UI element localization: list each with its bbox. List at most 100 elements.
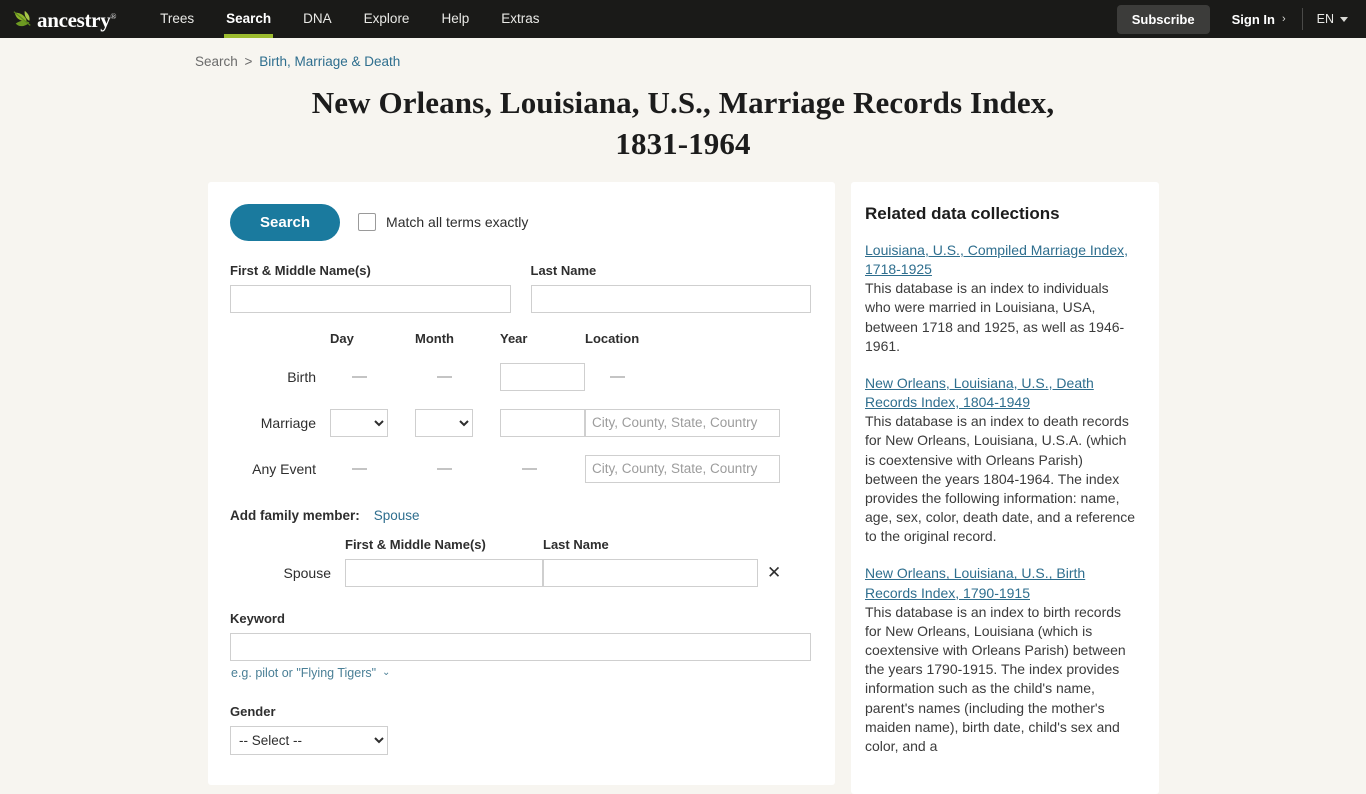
nav-item-trees[interactable]: Trees [144, 0, 210, 38]
first-name-group: First & Middle Name(s) [230, 263, 511, 313]
primary-nav: Trees Search DNA Explore Help Extras [144, 0, 555, 38]
any-event-month-dash: — [437, 460, 452, 478]
related-collection-item: New Orleans, Louisiana, U.S., Birth Reco… [865, 564, 1137, 756]
row-label-any-event: Any Event [252, 460, 316, 477]
subscribe-button[interactable]: Subscribe [1116, 4, 1210, 34]
column-header-year: Year [500, 330, 528, 346]
keyword-input[interactable] [230, 632, 811, 661]
add-family-member-label: Add family member: [230, 507, 360, 523]
related-collection-description: This database is an index to death recor… [865, 413, 1136, 545]
related-collection-link[interactable]: New Orleans, Louisiana, U.S., Birth Reco… [865, 564, 1137, 602]
marriage-location-cell [585, 400, 780, 446]
sign-in-button[interactable]: Sign In › [1210, 12, 1302, 27]
spouse-first-cell [345, 558, 543, 587]
birth-year-cell [500, 354, 585, 400]
row-label-spouse: Spouse [283, 564, 331, 581]
page-title: New Orleans, Louisiana, U.S., Marriage R… [311, 85, 1055, 161]
birth-location-cell: — [585, 354, 780, 400]
first-name-input[interactable] [230, 284, 511, 313]
any-event-day-dash: — [352, 460, 367, 478]
family-column-header-first: First & Middle Name(s) [345, 536, 486, 552]
any-event-month-cell: — [415, 446, 500, 492]
marriage-year-cell [500, 400, 585, 446]
event-fields-grid: Day Month Year Location Birth — — — Marr… [230, 331, 811, 492]
marriage-day-cell [330, 400, 415, 446]
row-label-birth: Birth [287, 368, 316, 385]
any-event-location-cell [585, 446, 780, 492]
main-content: Search Match all terms exactly First & M… [0, 165, 1366, 794]
language-label: EN [1316, 12, 1334, 26]
search-button[interactable]: Search [230, 203, 341, 241]
top-navigation-bar: ancestry® Trees Search DNA Explore Help … [0, 0, 1366, 38]
nav-item-extras[interactable]: Extras [485, 0, 555, 38]
chevron-right-icon: › [1281, 13, 1286, 25]
column-header-location: Location [585, 330, 640, 346]
marriage-location-input[interactable] [585, 408, 780, 437]
last-name-label: Last Name [530, 262, 597, 278]
birth-day-cell: — [330, 354, 415, 400]
nav-right-group: Subscribe Sign In › EN [1116, 4, 1352, 34]
gender-label: Gender [230, 703, 276, 719]
row-label-marriage: Marriage [260, 414, 316, 431]
chevron-down-icon [1340, 16, 1348, 22]
related-collections-card: Related data collections Louisiana, U.S.… [851, 181, 1159, 794]
nav-item-explore[interactable]: Explore [348, 0, 426, 38]
logo-trademark: ® [110, 11, 117, 21]
any-event-year-dash: — [522, 460, 537, 478]
search-action-row: Search Match all terms exactly [230, 203, 811, 241]
breadcrumb: Search > Birth, Marriage & Death [0, 38, 1366, 69]
keyword-hint-toggle[interactable]: e.g. pilot or "Flying Tigers" ⌄ [231, 666, 390, 680]
match-all-terms-label: Match all terms exactly [386, 214, 529, 231]
column-header-day: Day [330, 330, 354, 346]
family-member-grid: First & Middle Name(s) Last Name Spouse … [230, 537, 811, 587]
column-header-month: Month [415, 330, 454, 346]
marriage-month-cell [415, 400, 500, 446]
nav-item-help[interactable]: Help [425, 0, 485, 38]
family-column-header-last: Last Name [543, 536, 609, 552]
keyword-hint-text: e.g. pilot or "Flying Tigers" [231, 665, 377, 680]
breadcrumb-separator: > [244, 54, 253, 69]
related-collection-link[interactable]: Louisiana, U.S., Compiled Marriage Index… [865, 241, 1137, 279]
keyword-group: Keyword e.g. pilot or "Flying Tigers" ⌄ [230, 611, 811, 682]
marriage-month-select[interactable] [415, 408, 473, 437]
match-all-terms-toggle[interactable]: Match all terms exactly [358, 213, 529, 232]
related-collections-title: Related data collections [865, 203, 1060, 223]
marriage-year-input[interactable] [500, 408, 585, 437]
sign-in-label: Sign In [1231, 11, 1275, 27]
spouse-last-name-input[interactable] [543, 558, 758, 587]
last-name-input[interactable] [530, 284, 811, 313]
nav-item-search[interactable]: Search [210, 0, 287, 38]
spouse-last-cell [543, 558, 758, 587]
birth-month-dash: — [437, 368, 452, 386]
add-family-member-row: Add family member: Spouse [230, 508, 811, 523]
any-event-location-input[interactable] [585, 454, 780, 483]
match-all-terms-checkbox[interactable] [358, 213, 377, 232]
leaf-icon [12, 9, 34, 29]
related-collection-item: Louisiana, U.S., Compiled Marriage Index… [865, 241, 1137, 356]
any-event-day-cell: — [330, 446, 415, 492]
keyword-label: Keyword [230, 610, 285, 626]
gender-select[interactable]: -- Select -- [230, 725, 388, 755]
related-collection-description: This database is an index to individuals… [865, 280, 1125, 354]
language-selector[interactable]: EN [1303, 12, 1352, 26]
birth-year-input[interactable] [500, 362, 585, 391]
breadcrumb-current[interactable]: Birth, Marriage & Death [259, 54, 400, 69]
related-collection-description: This database is an index to birth recor… [865, 603, 1126, 754]
breadcrumb-root[interactable]: Search [195, 54, 238, 69]
ancestry-logo[interactable]: ancestry® [12, 9, 116, 30]
spouse-first-name-input[interactable] [345, 558, 543, 587]
name-fields-row: First & Middle Name(s) Last Name [230, 263, 811, 313]
first-name-label: First & Middle Name(s) [230, 262, 371, 278]
birth-location-dash: — [610, 368, 625, 386]
remove-spouse-icon[interactable]: ✕ [758, 564, 788, 581]
add-spouse-link[interactable]: Spouse [374, 508, 420, 523]
nav-item-dna[interactable]: DNA [287, 0, 348, 38]
last-name-group: Last Name [530, 262, 811, 313]
chevron-down-icon: ⌄ [382, 667, 391, 679]
related-collection-item: New Orleans, Louisiana, U.S., Death Reco… [865, 374, 1137, 547]
marriage-day-select[interactable] [330, 408, 388, 437]
birth-day-dash: — [352, 368, 367, 386]
related-collection-link[interactable]: New Orleans, Louisiana, U.S., Death Reco… [865, 374, 1137, 412]
birth-month-cell: — [415, 354, 500, 400]
any-event-year-cell: — [500, 446, 585, 492]
